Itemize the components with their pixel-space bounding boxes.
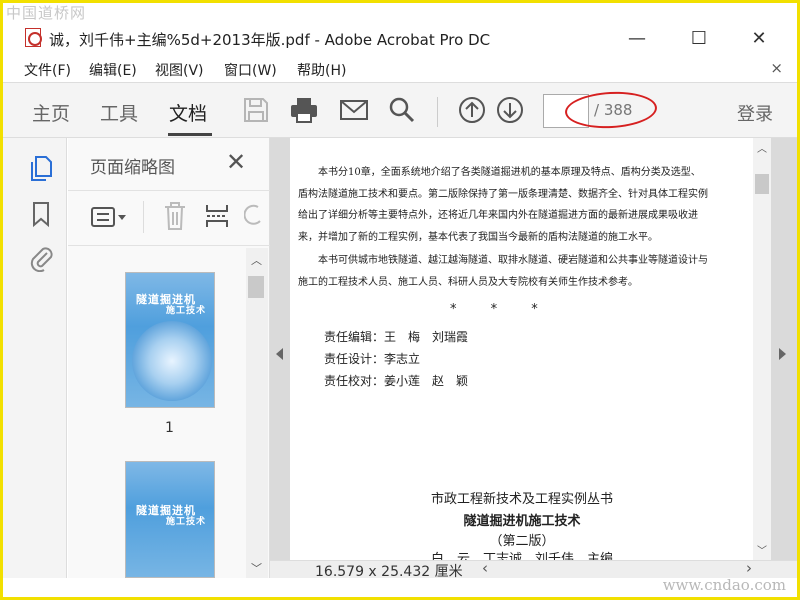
scroll-up-icon[interactable]: ︿: [251, 252, 262, 268]
menu-edit[interactable]: 编辑(E): [89, 60, 137, 80]
paragraph-2: 本书可供城市地铁隧道、越江越海隧道、取排水隧道、硬岩隧道和公共事业等隧道设计与施…: [298, 255, 708, 288]
credit-proofreader: 责任校对：姜小莲 赵 颖: [324, 374, 469, 388]
menu-help[interactable]: 帮助(H): [297, 60, 346, 80]
credit-designer: 责任设计：李志立: [324, 352, 421, 366]
watermark-top: 中国道桥网: [6, 4, 87, 22]
attachment-icon[interactable]: [27, 244, 55, 272]
book-title: 隧道掘进机施工技术: [463, 514, 581, 529]
maximize-button[interactable]: ☐: [679, 26, 719, 52]
panel-separator: [143, 201, 144, 233]
page-down-icon[interactable]: [493, 93, 527, 127]
save-icon[interactable]: [239, 93, 273, 127]
panel-toolbar: [68, 190, 270, 246]
watermark-bottom: www.cndao.com: [662, 576, 786, 594]
scroll-left-icon[interactable]: ‹: [482, 559, 488, 577]
panel-title: 页面缩略图: [90, 158, 175, 178]
tab-document[interactable]: 文档: [169, 99, 207, 126]
window-title: 诚，刘千伟+主编%5d+2013年版.pdf - Adobe Acrobat P…: [49, 31, 491, 49]
tab-tools[interactable]: 工具: [100, 99, 138, 126]
edition: （第二版）: [489, 534, 555, 549]
paragraph-1: 本书分10章，全面系统地介绍了各类隧道掘进机的基本原理及特点、盾构分类及选型、盾…: [298, 167, 708, 243]
page-thumbnails-icon[interactable]: [27, 154, 55, 182]
panel-close-icon[interactable]: ✕: [226, 148, 246, 176]
bookmark-icon[interactable]: [27, 200, 55, 228]
menu-window[interactable]: 窗口(W): [224, 60, 277, 80]
series-title: 市政工程新技术及工程实例丛书: [430, 492, 613, 507]
search-icon[interactable]: [385, 93, 419, 127]
document-scrollbar[interactable]: ︿ ﹀: [753, 138, 771, 560]
collapse-right-icon[interactable]: [779, 348, 786, 360]
login-button[interactable]: 登录: [737, 100, 773, 126]
page-thumbnail-2[interactable]: 隧道掘进机 施工技术: [125, 461, 215, 578]
toolbar-separator: [437, 97, 438, 127]
delete-icon[interactable]: [162, 201, 188, 231]
navigation-rail: [3, 138, 67, 578]
tab-home[interactable]: 主页: [32, 99, 70, 126]
credit-editor: 责任编辑：王 梅 刘瑞霞: [324, 330, 469, 344]
thumbnail-label: 1: [165, 420, 174, 436]
close-document-icon[interactable]: ×: [770, 59, 783, 77]
pdf-file-icon: [25, 28, 42, 47]
title-bar: 诚，刘千伟+主编%5d+2013年版.pdf - Adobe Acrobat P…: [3, 24, 797, 54]
page-up-icon[interactable]: [455, 93, 489, 127]
document-page: 本书分10章，全面系统地介绍了各类隧道掘进机的基本原理及特点、盾构分类及选型、盾…: [290, 138, 754, 560]
thumbnail-scrollbar[interactable]: ︿ ﹀: [246, 248, 268, 578]
scroll-right-icon[interactable]: ›: [746, 559, 752, 577]
cover-graphic: [132, 321, 212, 401]
menu-file[interactable]: 文件(F): [24, 60, 71, 80]
scroll-down-icon[interactable]: ﹀: [757, 542, 767, 557]
print-icon[interactable]: [287, 93, 321, 127]
separator-stars: * * *: [450, 302, 538, 317]
minimize-button[interactable]: —: [617, 26, 657, 52]
mail-icon[interactable]: [337, 93, 371, 127]
active-tab-indicator: [168, 133, 212, 136]
insert-page-icon[interactable]: [204, 201, 230, 231]
authors: 白 云 丁志诚 刘千伟 主编: [430, 552, 613, 560]
rotate-icon[interactable]: [244, 203, 264, 229]
main-toolbar: 主页 工具 文档 / 388 登录: [3, 82, 797, 138]
page-thumbnail-1[interactable]: 隧道掘进机 施工技术: [125, 272, 215, 408]
close-window-button[interactable]: ✕: [739, 26, 779, 52]
collapse-left-icon[interactable]: [276, 348, 283, 360]
cover-subtitle: 施工技术: [166, 306, 207, 316]
thumbnails-panel: 页面缩略图 ✕ 隧道掘进机 施工技术 1 隧道掘进机 施工技术 ︿ ﹀: [68, 138, 270, 578]
options-menu-icon[interactable]: [90, 205, 130, 231]
scroll-up-icon[interactable]: ︿: [757, 140, 767, 155]
scroll-thumb[interactable]: [755, 174, 769, 194]
menu-bar: 文件(F) 编辑(E) 视图(V) 窗口(W) 帮助(H) ×: [3, 56, 797, 82]
cover-subtitle: 施工技术: [166, 517, 207, 527]
scroll-down-icon[interactable]: ﹀: [251, 560, 262, 576]
menu-view[interactable]: 视图(V): [155, 60, 204, 80]
document-viewer: 本书分10章，全面系统地介绍了各类隧道掘进机的基本原理及特点、盾构分类及选型、盾…: [270, 138, 797, 560]
scroll-thumb[interactable]: [248, 276, 264, 298]
